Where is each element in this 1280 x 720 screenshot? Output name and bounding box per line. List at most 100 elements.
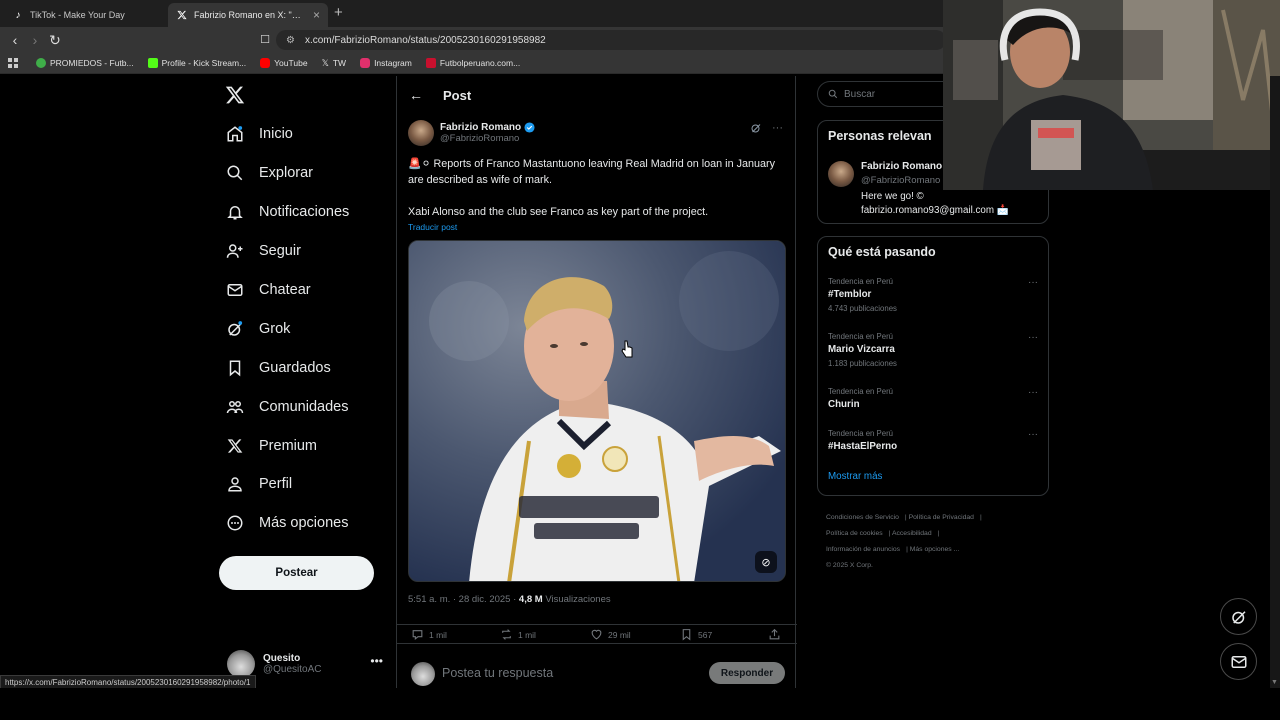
more-icon[interactable]: ••• bbox=[370, 654, 383, 668]
tweet-timestamp[interactable]: 5:51 a. m. · 28 dic. 2025 · bbox=[408, 594, 519, 605]
copyright: © 2025 X Corp. bbox=[826, 562, 873, 569]
nav-item-grok[interactable]: Grok bbox=[225, 314, 290, 344]
footer-link[interactable]: Política de cookies bbox=[826, 530, 883, 537]
more-circle-icon bbox=[225, 513, 245, 533]
back-arrow-icon[interactable]: ← bbox=[409, 87, 423, 103]
trend-item[interactable]: Tendencia en Perú #HastaElPerno ··· bbox=[828, 429, 1040, 452]
grok-icon[interactable] bbox=[750, 122, 762, 137]
nav-item-premium[interactable]: Premium bbox=[225, 431, 317, 461]
site-info-icon[interactable]: ⚙ bbox=[286, 35, 295, 46]
nav-label: Explorar bbox=[259, 165, 313, 181]
new-tab-button[interactable]: + bbox=[334, 4, 343, 21]
more-icon[interactable]: ··· bbox=[772, 122, 783, 137]
page-scrollbar[interactable]: ▼ bbox=[1270, 76, 1280, 688]
grok-image-icon[interactable]: ⊘ bbox=[755, 551, 777, 573]
bookmark-icon bbox=[682, 629, 691, 641]
avatar[interactable] bbox=[408, 120, 434, 146]
link-status-bar: https://x.com/FabrizioRomano/status/2005… bbox=[0, 675, 256, 689]
tweet-paragraph: 🚨⚪ Reports of Franco Mastantuono leaving… bbox=[408, 158, 775, 186]
nav-item-explorar[interactable]: Explorar bbox=[225, 158, 313, 188]
more-icon[interactable]: ··· bbox=[1028, 277, 1038, 288]
footer-link[interactable]: Más opciones ... bbox=[910, 546, 960, 553]
section-title: Qué está pasando bbox=[828, 245, 936, 259]
share-button[interactable] bbox=[768, 628, 781, 641]
footer-link[interactable]: Condiciones de Servicio bbox=[826, 514, 899, 521]
x-logo-icon[interactable] bbox=[225, 85, 247, 107]
back-icon[interactable]: ‹ bbox=[6, 31, 24, 49]
main-column: ← Post Fabrizio Romano @FabrizioRomano ·… bbox=[396, 76, 797, 688]
footer-link[interactable]: Política de Privacidad bbox=[909, 514, 974, 521]
like-button[interactable]: 29 mil bbox=[590, 628, 631, 641]
bookmark-kick[interactable]: Profile - Kick Stream... bbox=[147, 58, 247, 68]
trend-count: 4.743 publicaciones bbox=[828, 304, 897, 313]
repost-button[interactable]: 1 mil bbox=[500, 628, 536, 641]
footer-link[interactable]: Información de anuncios bbox=[826, 546, 900, 553]
nav-label: Más opciones bbox=[259, 515, 349, 531]
nav-item-notificaciones[interactable]: Notificaciones bbox=[225, 197, 349, 227]
trend-item[interactable]: Tendencia en Perú #Temblor 4.743 publica… bbox=[828, 277, 1040, 313]
reply-icon bbox=[412, 630, 423, 640]
show-more-link[interactable]: Mostrar más bbox=[828, 471, 882, 482]
nav-item-comunidades[interactable]: Comunidades bbox=[225, 392, 348, 422]
bookmark-button[interactable]: 567 bbox=[680, 628, 712, 641]
more-icon[interactable]: ··· bbox=[1028, 332, 1038, 343]
tab-title: TikTok - Make Your Day bbox=[30, 10, 125, 20]
nav-item-inicio[interactable]: Inicio bbox=[225, 119, 293, 149]
trend-item[interactable]: Tendencia en Perú Churin ··· bbox=[828, 387, 1040, 410]
more-icon[interactable]: ··· bbox=[1028, 387, 1038, 398]
reply-button[interactable]: 1 mil bbox=[411, 628, 447, 641]
reply-input[interactable]: Postea tu respuesta bbox=[442, 666, 553, 680]
post-button[interactable]: Postear bbox=[219, 556, 374, 590]
author-name[interactable]: Fabrizio Romano bbox=[440, 122, 521, 133]
relevant-person-bio: Here we go! © bbox=[861, 191, 924, 202]
profile-icon bbox=[225, 474, 245, 494]
relevant-person-handle[interactable]: @FabrizioRomano bbox=[861, 175, 940, 186]
messages-floating-button[interactable] bbox=[1220, 643, 1257, 680]
nav-item-mas-opciones[interactable]: Más opciones bbox=[225, 508, 348, 538]
bookmark-label: Profile - Kick Stream... bbox=[161, 58, 247, 68]
tweet-author[interactable]: Fabrizio Romano @FabrizioRomano bbox=[408, 120, 535, 146]
close-tab-icon[interactable]: × bbox=[313, 8, 320, 22]
nav-item-seguir[interactable]: Seguir bbox=[225, 236, 301, 266]
nav-item-perfil[interactable]: Perfil bbox=[225, 469, 292, 499]
bookmark-label: PROMIEDOS - Futb... bbox=[50, 58, 134, 68]
grok-floating-button[interactable] bbox=[1220, 598, 1257, 635]
footer-links: Condiciones de Servicio | Política de Pri… bbox=[826, 514, 982, 569]
mail-icon bbox=[225, 280, 245, 300]
nav-item-chatear[interactable]: Chatear bbox=[225, 275, 311, 305]
tab-title: Fabrizio Romano en X: "🚨⚪ R bbox=[194, 9, 307, 20]
scroll-down-icon[interactable]: ▼ bbox=[1271, 679, 1278, 686]
nav-label: Premium bbox=[259, 438, 318, 454]
bookmark-star-icon[interactable]: ☐ bbox=[256, 31, 274, 49]
bookmark-youtube[interactable]: YouTube bbox=[260, 58, 308, 68]
tab-tiktok[interactable]: ♪ TikTok - Make Your Day bbox=[4, 3, 164, 27]
bookmark-instagram[interactable]: Instagram bbox=[360, 58, 412, 68]
forward-icon[interactable]: › bbox=[26, 31, 44, 49]
page-title: Post bbox=[443, 87, 472, 103]
bookmark-promiedos[interactable]: PROMIEDOS - Futb... bbox=[36, 58, 134, 68]
bookmark-futbolperuano[interactable]: Futbolperuano.com... bbox=[425, 58, 520, 68]
reload-icon[interactable]: ↻ bbox=[46, 31, 64, 49]
webcam-overlay bbox=[943, 0, 1280, 190]
reply-submit-button[interactable]: Responder bbox=[709, 662, 785, 684]
bookmark-tw[interactable]: 𝕏 TW bbox=[322, 58, 346, 69]
nav-item-guardados[interactable]: Guardados bbox=[225, 353, 331, 383]
relevant-person-bio: fabrizio.romano93@gmail.com 📩 bbox=[861, 205, 1009, 216]
section-title: Personas relevan bbox=[828, 129, 932, 143]
more-icon[interactable]: ··· bbox=[1028, 429, 1038, 440]
tiktok-icon: ♪ bbox=[15, 9, 21, 21]
x-icon bbox=[176, 9, 188, 21]
account-name: Quesito bbox=[263, 653, 301, 664]
tab-x-post[interactable]: Fabrizio Romano en X: "🚨⚪ R × bbox=[168, 3, 328, 27]
nav-label: Seguir bbox=[259, 243, 301, 259]
url-bar[interactable]: ⚙ x.com/FabrizioRomano/status/2005230160… bbox=[276, 30, 946, 50]
trend-item[interactable]: Tendencia en Perú Mario Vizcarra 1.183 p… bbox=[828, 332, 1040, 368]
apps-icon[interactable] bbox=[8, 58, 18, 68]
translate-link[interactable]: Traducir post bbox=[408, 222, 457, 232]
avatar[interactable] bbox=[828, 161, 854, 187]
nav-label: Notificaciones bbox=[259, 204, 350, 220]
footer-link[interactable]: Accesibilidad bbox=[892, 530, 932, 537]
author-handle[interactable]: @FabrizioRomano bbox=[440, 133, 535, 144]
relevant-person-name[interactable]: Fabrizio Romano bbox=[861, 161, 942, 172]
tweet-photo[interactable]: ⊘ bbox=[408, 240, 786, 582]
